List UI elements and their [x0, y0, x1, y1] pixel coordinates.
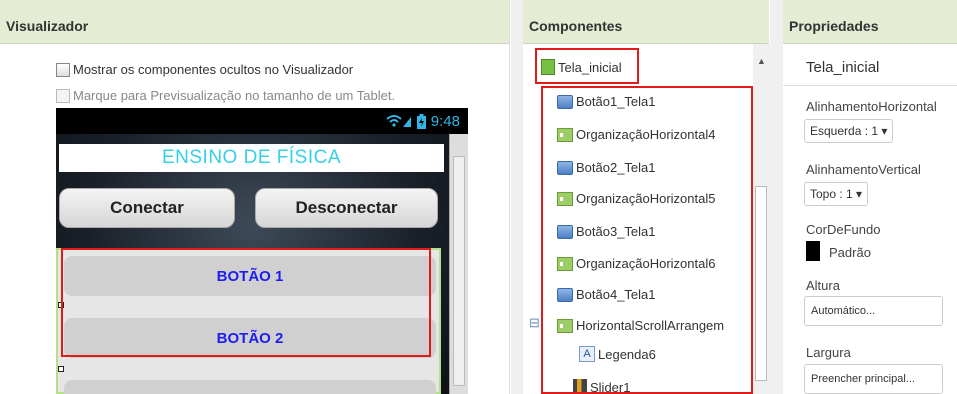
show-hidden-components-option[interactable]: Mostrar os componentes ocultos no Visual…: [56, 62, 353, 77]
divider: [783, 85, 957, 86]
battery-icon: [416, 113, 426, 129]
bg-color-label: CorDeFundo: [806, 222, 881, 237]
components-scrollbar-thumb[interactable]: [755, 186, 767, 381]
empty-arrangement-marker: [58, 366, 64, 372]
highlight-components-box: [541, 86, 753, 394]
show-hidden-checkbox[interactable]: [56, 62, 70, 77]
selected-component-name: Tela_inicial: [806, 59, 880, 76]
width-field[interactable]: Preencher principal...: [804, 364, 943, 394]
properties-header: Propriedades: [783, 0, 957, 44]
align-vertical-select[interactable]: Topo : 1 ▾: [804, 182, 869, 206]
screen-title-label: ENSINO DE FÍSICA: [59, 144, 444, 172]
width-label: Largura: [806, 345, 851, 360]
panel-gap: [511, 0, 523, 394]
tablet-preview-label: Marque para Previsualização no tamanho d…: [73, 88, 396, 103]
tablet-preview-option[interactable]: Marque para Previsualização no tamanho d…: [56, 88, 395, 103]
phone-clock: 9:48: [430, 112, 460, 130]
components-scrollbar[interactable]: ▲: [753, 44, 770, 394]
align-horizontal-label: AlinhamentoHorizontal: [806, 99, 937, 114]
tablet-preview-checkbox[interactable]: [56, 88, 70, 103]
height-field[interactable]: Automático...: [804, 296, 943, 326]
components-title: Componentes: [529, 18, 623, 34]
viewer-header: Visualizador: [0, 0, 509, 44]
bg-color-value[interactable]: Padrão: [829, 245, 871, 260]
bg-color-swatch[interactable]: [806, 241, 820, 261]
align-horizontal-select[interactable]: Esquerda : 1 ▾: [804, 119, 894, 143]
phone-scrollbar[interactable]: [449, 134, 468, 394]
highlight-root-box: [535, 48, 639, 84]
wifi-signal-icon: [386, 115, 411, 127]
height-label: Altura: [806, 278, 840, 293]
collapse-icon[interactable]: ⊟: [529, 315, 540, 331]
connect-button[interactable]: Conectar: [59, 188, 235, 228]
phone-scrollbar-thumb[interactable]: [453, 156, 465, 386]
align-vertical-label: AlinhamentoVertical: [806, 162, 921, 177]
button-3-partial[interactable]: [64, 380, 436, 394]
components-header: Componentes: [523, 0, 769, 44]
viewer-title: Visualizador: [6, 18, 89, 34]
highlight-buttons-box: [61, 248, 431, 357]
properties-title: Propriedades: [789, 18, 879, 34]
panel-gap: [770, 0, 783, 394]
disconnect-button[interactable]: Desconectar: [255, 188, 438, 228]
scroll-up-arrow-icon[interactable]: ▲: [757, 56, 766, 66]
show-hidden-label: Mostrar os componentes ocultos no Visual…: [73, 62, 354, 77]
phone-status-bar: 9:48: [56, 108, 468, 134]
